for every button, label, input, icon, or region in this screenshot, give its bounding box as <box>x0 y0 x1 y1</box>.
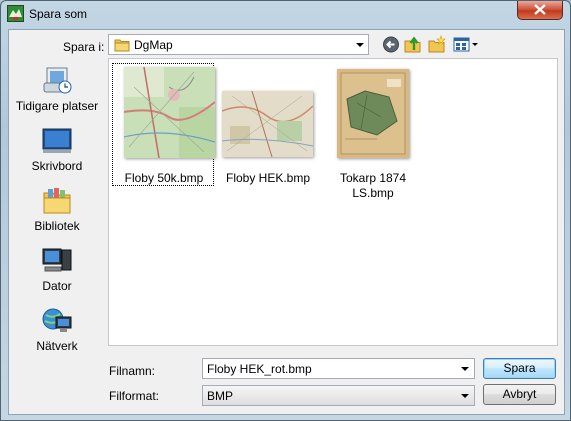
chevron-down-icon[interactable] <box>461 367 469 371</box>
recent-places-icon <box>43 67 72 94</box>
map-thumbnail-historic <box>222 91 313 157</box>
app-icon <box>7 5 24 22</box>
cancel-button[interactable]: Avbryt <box>483 384 556 405</box>
format-select[interactable]: BMP <box>202 385 475 406</box>
folder-icon <box>114 39 130 52</box>
window-title: Spara som <box>29 7 88 21</box>
close-icon <box>534 4 546 15</box>
map-thumbnail-topographic <box>124 67 215 158</box>
places-bar: Tidigare platser Skrivbord Bibliotek Dat… <box>10 58 104 354</box>
place-label: Dator <box>42 279 72 293</box>
place-label: Nätverk <box>36 339 78 353</box>
network-icon <box>42 308 72 332</box>
file-name: Floby HEK.bmp <box>225 171 311 185</box>
view-menu-button[interactable] <box>452 35 480 54</box>
libraries-icon <box>43 188 71 214</box>
file-name: Floby 50k.bmp <box>124 171 204 185</box>
save-in-value: DgMap <box>134 38 173 52</box>
place-computer[interactable]: Dator <box>10 245 104 301</box>
place-label: Skrivbord <box>31 159 83 173</box>
up-folder-icon <box>404 36 421 53</box>
back-button[interactable] <box>381 35 401 54</box>
computer-icon <box>42 248 72 272</box>
chevron-down-icon[interactable] <box>356 43 364 47</box>
file-name: Tokarp 1874 LS.bmp <box>339 171 407 200</box>
file-thumbnail <box>323 67 423 167</box>
file-list[interactable]: Floby 50k.bmp Floby HEK.bmp Tokarp 1874 … <box>108 58 558 346</box>
place-desktop[interactable]: Skrivbord <box>10 125 104 181</box>
file-thumbnail <box>218 67 318 167</box>
file-thumbnail <box>114 67 215 167</box>
close-button[interactable] <box>517 1 563 20</box>
format-value: BMP <box>207 389 234 403</box>
map-thumbnail-old-survey <box>337 69 409 158</box>
format-label: Filformat: <box>109 389 160 403</box>
place-network[interactable]: Nätverk <box>10 305 104 361</box>
back-arrow-icon <box>383 36 399 53</box>
place-libraries[interactable]: Bibliotek <box>10 185 104 241</box>
view-grid-icon <box>453 37 478 52</box>
save-as-dialog: Spara som Spara i: DgMap Tidigare platse… <box>0 0 571 421</box>
save-in-dropdown[interactable]: DgMap <box>108 34 369 55</box>
save-in-label: Spara i: <box>63 40 105 54</box>
new-folder-icon <box>428 35 446 53</box>
save-button[interactable]: Spara <box>483 358 556 379</box>
place-label: Bibliotek <box>34 219 80 233</box>
place-label: Tidigare platser <box>15 99 99 113</box>
title-bar[interactable]: Spara som <box>1 1 571 28</box>
desktop-icon <box>42 128 72 153</box>
filename-value: Floby HEK_rot.bmp <box>207 362 312 376</box>
new-folder-button[interactable] <box>427 35 447 54</box>
place-recent[interactable]: Tidigare platser <box>10 65 104 121</box>
filename-label: Filnamn: <box>109 364 156 378</box>
filename-input[interactable]: Floby HEK_rot.bmp <box>202 358 475 379</box>
up-folder-button[interactable] <box>403 35 423 54</box>
chevron-down-icon[interactable] <box>461 394 469 398</box>
